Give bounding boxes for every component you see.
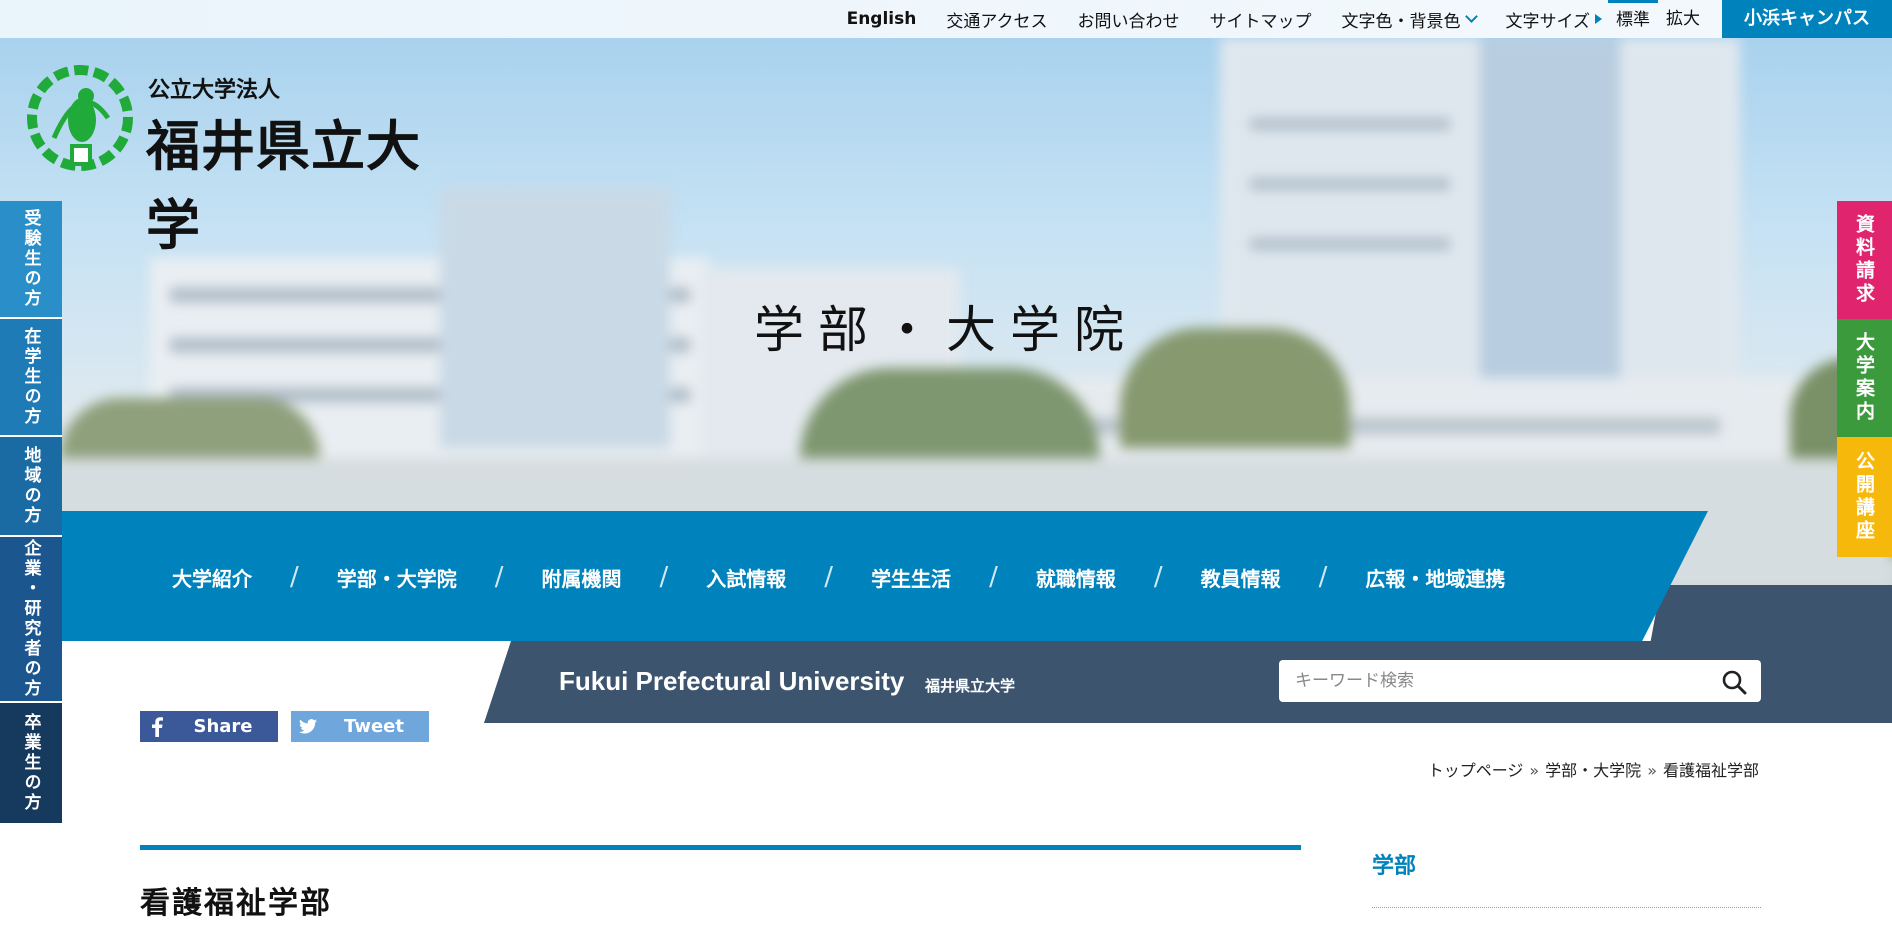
- search-icon[interactable]: [1721, 669, 1747, 695]
- chevron-down-icon: [1464, 10, 1478, 23]
- action-tabs: 資料請求 大学案内 公開講座: [1837, 201, 1892, 557]
- tab-label: 受験生の方: [20, 209, 41, 309]
- breadcrumb-current: 看護福祉学部: [1662, 761, 1759, 780]
- university-guide-tab[interactable]: 大学案内: [1837, 319, 1892, 437]
- twitter-icon: [291, 711, 325, 742]
- request-materials-tab[interactable]: 資料請求: [1837, 201, 1892, 319]
- nav-divider: /: [494, 562, 504, 592]
- tab-label: 大学案内: [1853, 332, 1875, 424]
- site-search: [1279, 660, 1761, 702]
- main-nav: 大学紹介 / 学部・大学院 / 附属機関 / 入試情報 / 学生生活 / 就職情…: [62, 511, 1708, 641]
- tab-label: 資料請求: [1853, 214, 1875, 306]
- tab-label: 在学生の方: [20, 327, 41, 427]
- hero-title: 学部・大学院: [754, 301, 1138, 359]
- nav-divider: /: [824, 562, 834, 592]
- audience-tabs: 受験生の方 在学生の方 地域の方 企業・研究者の方 卒業生の方: [0, 201, 62, 823]
- nav-faculties[interactable]: 学部・大学院: [337, 563, 457, 592]
- font-size-large-button[interactable]: 拡大: [1658, 0, 1708, 38]
- tab-community[interactable]: 地域の方: [0, 437, 62, 537]
- breadcrumb-faculties[interactable]: 学部・大学院: [1545, 761, 1641, 780]
- nav-divider: /: [290, 562, 299, 592]
- english-link[interactable]: English: [847, 9, 917, 29]
- sidebar-divider: [1372, 907, 1761, 908]
- access-link[interactable]: 交通アクセス: [946, 7, 1047, 32]
- breadcrumb-home[interactable]: トップページ: [1428, 761, 1524, 780]
- tab-prospective-students[interactable]: 受験生の方: [0, 201, 62, 319]
- tweet-label: Tweet: [344, 716, 404, 737]
- tab-alumni[interactable]: 卒業生の方: [0, 703, 62, 823]
- nav-careers[interactable]: 就職情報: [1036, 563, 1116, 592]
- title-rule: [140, 845, 1301, 850]
- facebook-icon: [140, 711, 174, 742]
- nav-about[interactable]: 大学紹介: [172, 563, 252, 592]
- contact-link[interactable]: お問い合わせ: [1078, 7, 1180, 32]
- tab-label: 卒業生の方: [20, 713, 41, 813]
- logo-subtitle: 公立大学法人: [148, 78, 281, 103]
- nav-pr-community[interactable]: 広報・地域連携: [1365, 563, 1505, 592]
- university-name-en: Fukui Prefectural University: [559, 666, 905, 696]
- sitemap-link[interactable]: サイトマップ: [1210, 7, 1312, 32]
- utility-bar: English 交通アクセス お問い合わせ サイトマップ 文字色・背景色 文字サ…: [0, 0, 1892, 38]
- nav-student-life[interactable]: 学生生活: [871, 563, 951, 592]
- university-emblem-icon: [27, 65, 133, 171]
- facebook-share-button[interactable]: Share: [140, 711, 278, 742]
- breadcrumb-separator: »: [1529, 761, 1540, 780]
- page-title: 看護福祉学部: [140, 886, 332, 921]
- nav-divider: /: [989, 562, 998, 592]
- twitter-tweet-button[interactable]: Tweet: [291, 711, 429, 742]
- nav-divider: /: [659, 562, 669, 592]
- search-input[interactable]: [1293, 662, 1713, 700]
- tab-label: 地域の方: [20, 446, 41, 526]
- tab-label: 公開講座: [1853, 451, 1875, 543]
- public-lectures-tab[interactable]: 公開講座: [1837, 437, 1892, 557]
- font-size-control: 文字サイズ: [1505, 7, 1602, 32]
- university-name-jp: 福井県立大学: [925, 677, 1016, 695]
- nav-divider: /: [1318, 562, 1328, 592]
- nav-divider: /: [1153, 562, 1163, 592]
- share-label: Share: [193, 716, 253, 737]
- logo-title: 福井県立大学: [146, 115, 421, 257]
- color-scheme-label: 文字色・背景色: [1341, 11, 1461, 32]
- caret-right-icon: [1595, 14, 1602, 24]
- nav-institutes[interactable]: 附属機関: [542, 563, 622, 592]
- tab-current-students[interactable]: 在学生の方: [0, 319, 62, 437]
- color-scheme-dropdown[interactable]: 文字色・背景色: [1341, 7, 1478, 32]
- font-size-label: 文字サイズ: [1505, 11, 1591, 32]
- nav-admissions[interactable]: 入試情報: [706, 563, 786, 592]
- nav-faculty-info[interactable]: 教員情報: [1201, 563, 1281, 592]
- sidebar-heading: 学部: [1372, 854, 1417, 879]
- main-nav-items: 大学紹介 / 学部・大学院 / 附属機関 / 入試情報 / 学生生活 / 就職情…: [172, 562, 1505, 592]
- breadcrumb: トップページ » 学部・大学院 » 看護福祉学部: [1428, 757, 1759, 781]
- obama-campus-button[interactable]: 小浜キャンパス: [1722, 0, 1892, 38]
- tab-companies-researchers[interactable]: 企業・研究者の方: [0, 537, 62, 703]
- breadcrumb-separator: »: [1647, 761, 1657, 780]
- university-logo[interactable]: 公立大学法人 福井県立大学: [24, 54, 464, 257]
- tab-label: 企業・研究者の方: [20, 539, 41, 699]
- font-size-standard-button[interactable]: 標準: [1608, 0, 1658, 38]
- utility-nav: English 交通アクセス お問い合わせ サイトマップ 文字色・背景色 文字サ…: [847, 0, 1892, 38]
